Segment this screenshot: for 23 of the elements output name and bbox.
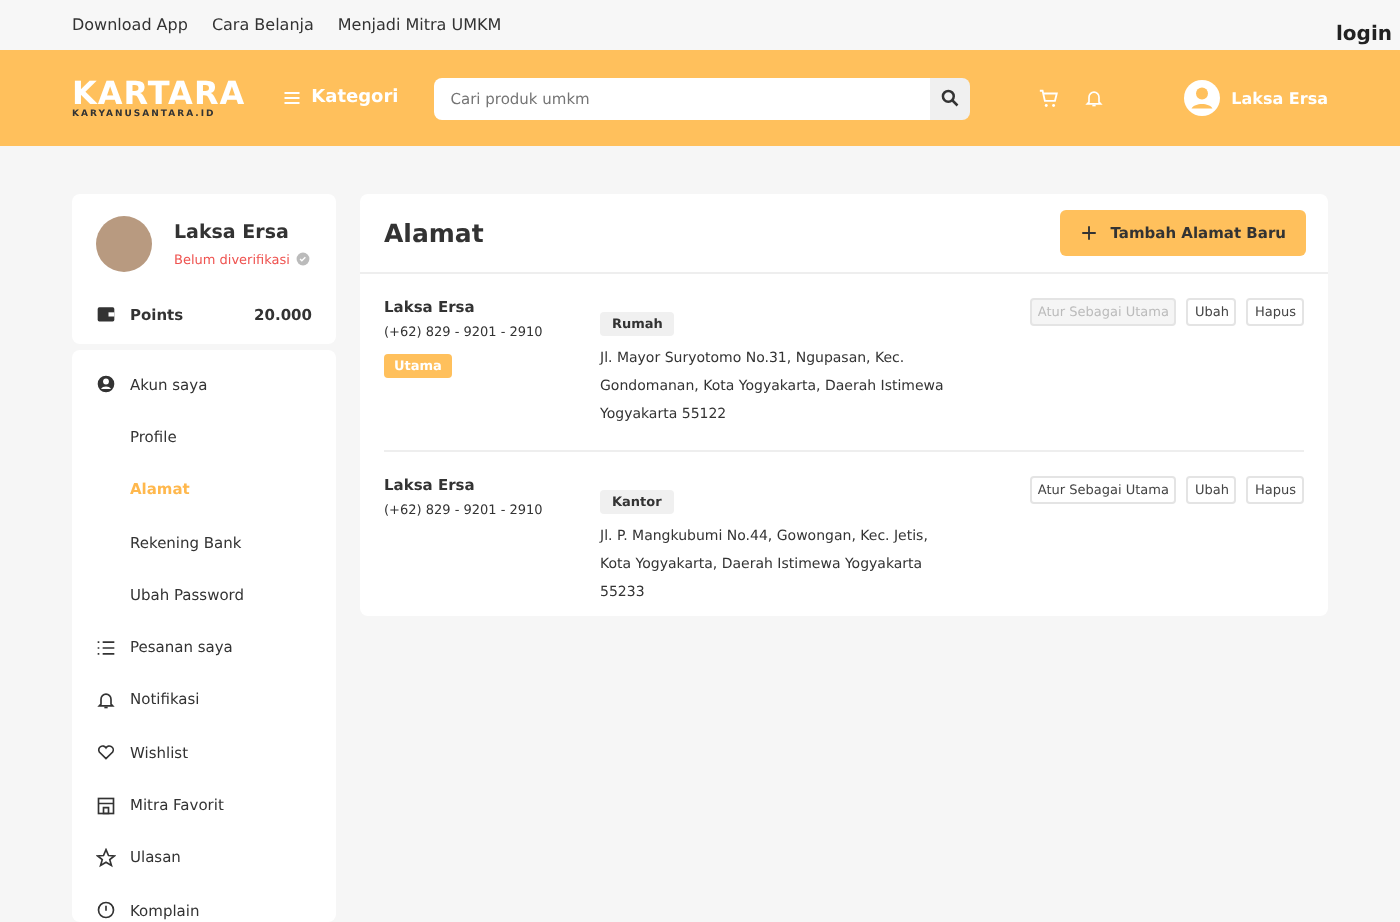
top-link[interactable]: Download App — [72, 16, 188, 34]
search-button[interactable] — [929, 77, 970, 119]
plus-icon — [1080, 224, 1099, 242]
menu-icon — [281, 88, 302, 108]
panel-title: Alamat — [384, 218, 484, 248]
login-link[interactable]: login — [1335, 24, 1392, 46]
top-link[interactable]: Cara Belanja — [211, 16, 314, 34]
profile-name: Laksa Ersa — [174, 221, 291, 243]
avatar-photo-placeholder — [96, 216, 152, 272]
list-icon — [96, 637, 116, 658]
wallet-icon — [96, 304, 116, 324]
check-circle-icon — [295, 252, 310, 266]
info-icon — [96, 900, 116, 921]
store-icon — [96, 795, 116, 816]
star-icon — [96, 847, 116, 868]
cart-icon[interactable] — [1037, 87, 1060, 109]
top-link[interactable]: Menjadi Mitra UMKM — [337, 16, 502, 34]
avatar-icon[interactable] — [1183, 80, 1220, 116]
account-icon — [96, 374, 116, 395]
heart-icon — [96, 742, 116, 763]
bell-icon[interactable] — [1083, 87, 1104, 107]
search-icon — [939, 88, 960, 108]
bell-icon — [96, 689, 116, 710]
